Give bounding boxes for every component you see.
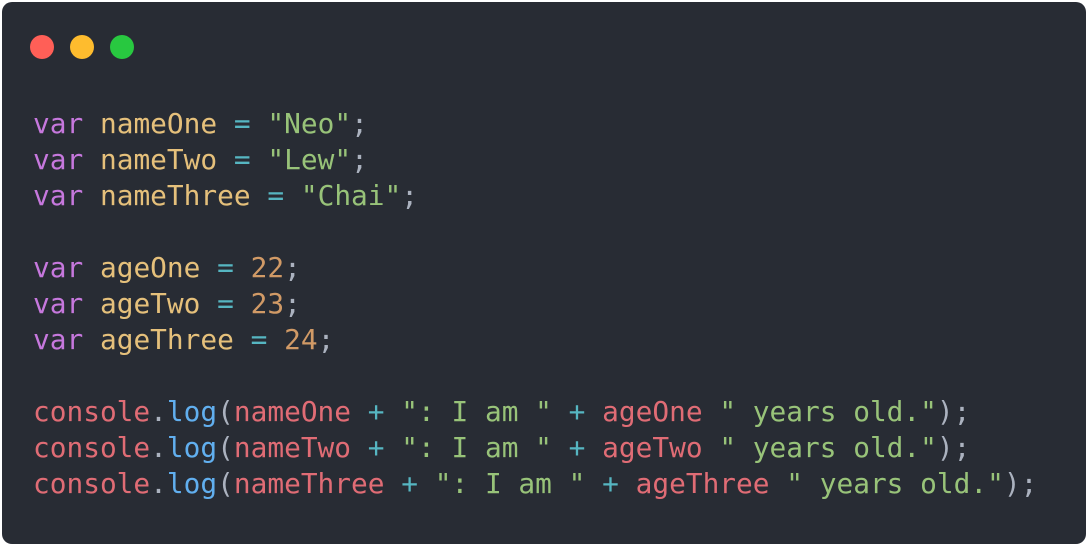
variable-name: nameThree (99, 179, 251, 212)
code-line-10: console.log(nameTwo + ": I am " + ageTwo… (33, 430, 1037, 466)
operator: + (602, 467, 619, 500)
string-literal: " years old." (719, 395, 937, 428)
operator: = (233, 143, 251, 176)
function-name: log (166, 467, 218, 500)
function-name: log (166, 395, 218, 428)
argument: ageTwo (602, 431, 703, 464)
maximize-button[interactable] (110, 35, 134, 59)
code-line-11: console.log(nameThree + ": I am " + ageT… (33, 466, 1037, 502)
argument: ageOne (602, 395, 703, 428)
code-window: var nameOne = "Neo"; var nameTwo = "Lew";… (2, 2, 1086, 544)
semicolon: ; (317, 323, 335, 356)
keyword: var (33, 179, 84, 212)
variable-name: nameOne (99, 107, 218, 140)
semicolon: ; (351, 107, 368, 140)
string-literal: " years old." (786, 467, 1004, 500)
code-line-7: var ageThree = 24; (33, 322, 1037, 358)
operator: + (367, 431, 385, 464)
object-name: console (33, 395, 151, 428)
open-paren: ( (217, 467, 234, 500)
operator: = (217, 251, 234, 284)
keyword: var (33, 287, 84, 320)
code-block: var nameOne = "Neo"; var nameTwo = "Lew";… (33, 106, 1037, 502)
variable-name: ageOne (99, 251, 201, 284)
function-name: log (166, 431, 218, 464)
semicolon: ; (401, 179, 419, 212)
close-paren: ); (936, 395, 971, 428)
operator: + (568, 395, 586, 428)
string-literal: ": I am " (401, 431, 552, 464)
string-literal: "Neo" (267, 107, 352, 140)
dot: . (150, 467, 167, 500)
object-name: console (33, 431, 151, 464)
operator: = (233, 107, 251, 140)
argument: nameOne (233, 395, 352, 428)
operator: = (267, 179, 285, 212)
code-line-6: var ageTwo = 23; (33, 286, 1037, 322)
number-literal: 22 (250, 251, 285, 284)
close-paren: ); (1003, 467, 1038, 500)
dot: . (150, 395, 167, 428)
string-literal: "Lew" (267, 143, 352, 176)
argument: nameTwo (233, 431, 352, 464)
open-paren: ( (217, 431, 234, 464)
close-button[interactable] (30, 35, 54, 59)
operator: + (367, 395, 385, 428)
semicolon: ; (351, 143, 368, 176)
code-line-5: var ageOne = 22; (33, 250, 1037, 286)
number-literal: 24 (284, 323, 318, 356)
code-line-9: console.log(nameOne + ": I am " + ageOne… (33, 394, 1037, 430)
window-controls (30, 35, 134, 59)
object-name: console (33, 467, 151, 500)
minimize-button[interactable] (70, 35, 94, 59)
keyword: var (33, 143, 84, 176)
string-literal: ": I am " (434, 467, 586, 500)
string-literal: "Chai" (300, 179, 402, 212)
dot: . (150, 431, 167, 464)
operator: + (568, 431, 586, 464)
argument: nameThree (233, 467, 385, 500)
open-paren: ( (217, 395, 234, 428)
argument: ageThree (635, 467, 770, 500)
keyword: var (33, 107, 84, 140)
code-line-3: var nameThree = "Chai"; (33, 178, 1037, 214)
string-literal: ": I am " (401, 395, 552, 428)
operator: + (401, 467, 418, 500)
close-paren: ); (936, 431, 971, 464)
variable-name: nameTwo (99, 143, 218, 176)
keyword: var (33, 251, 84, 284)
keyword: var (33, 323, 84, 356)
variable-name: ageThree (99, 323, 234, 356)
semicolon: ; (284, 251, 301, 284)
operator: = (217, 287, 234, 320)
semicolon: ; (284, 287, 301, 320)
code-line-1: var nameOne = "Neo"; (33, 106, 1037, 142)
operator: = (250, 323, 268, 356)
code-line-2: var nameTwo = "Lew"; (33, 142, 1037, 178)
number-literal: 23 (250, 287, 285, 320)
string-literal: " years old." (719, 431, 937, 464)
variable-name: ageTwo (99, 287, 201, 320)
